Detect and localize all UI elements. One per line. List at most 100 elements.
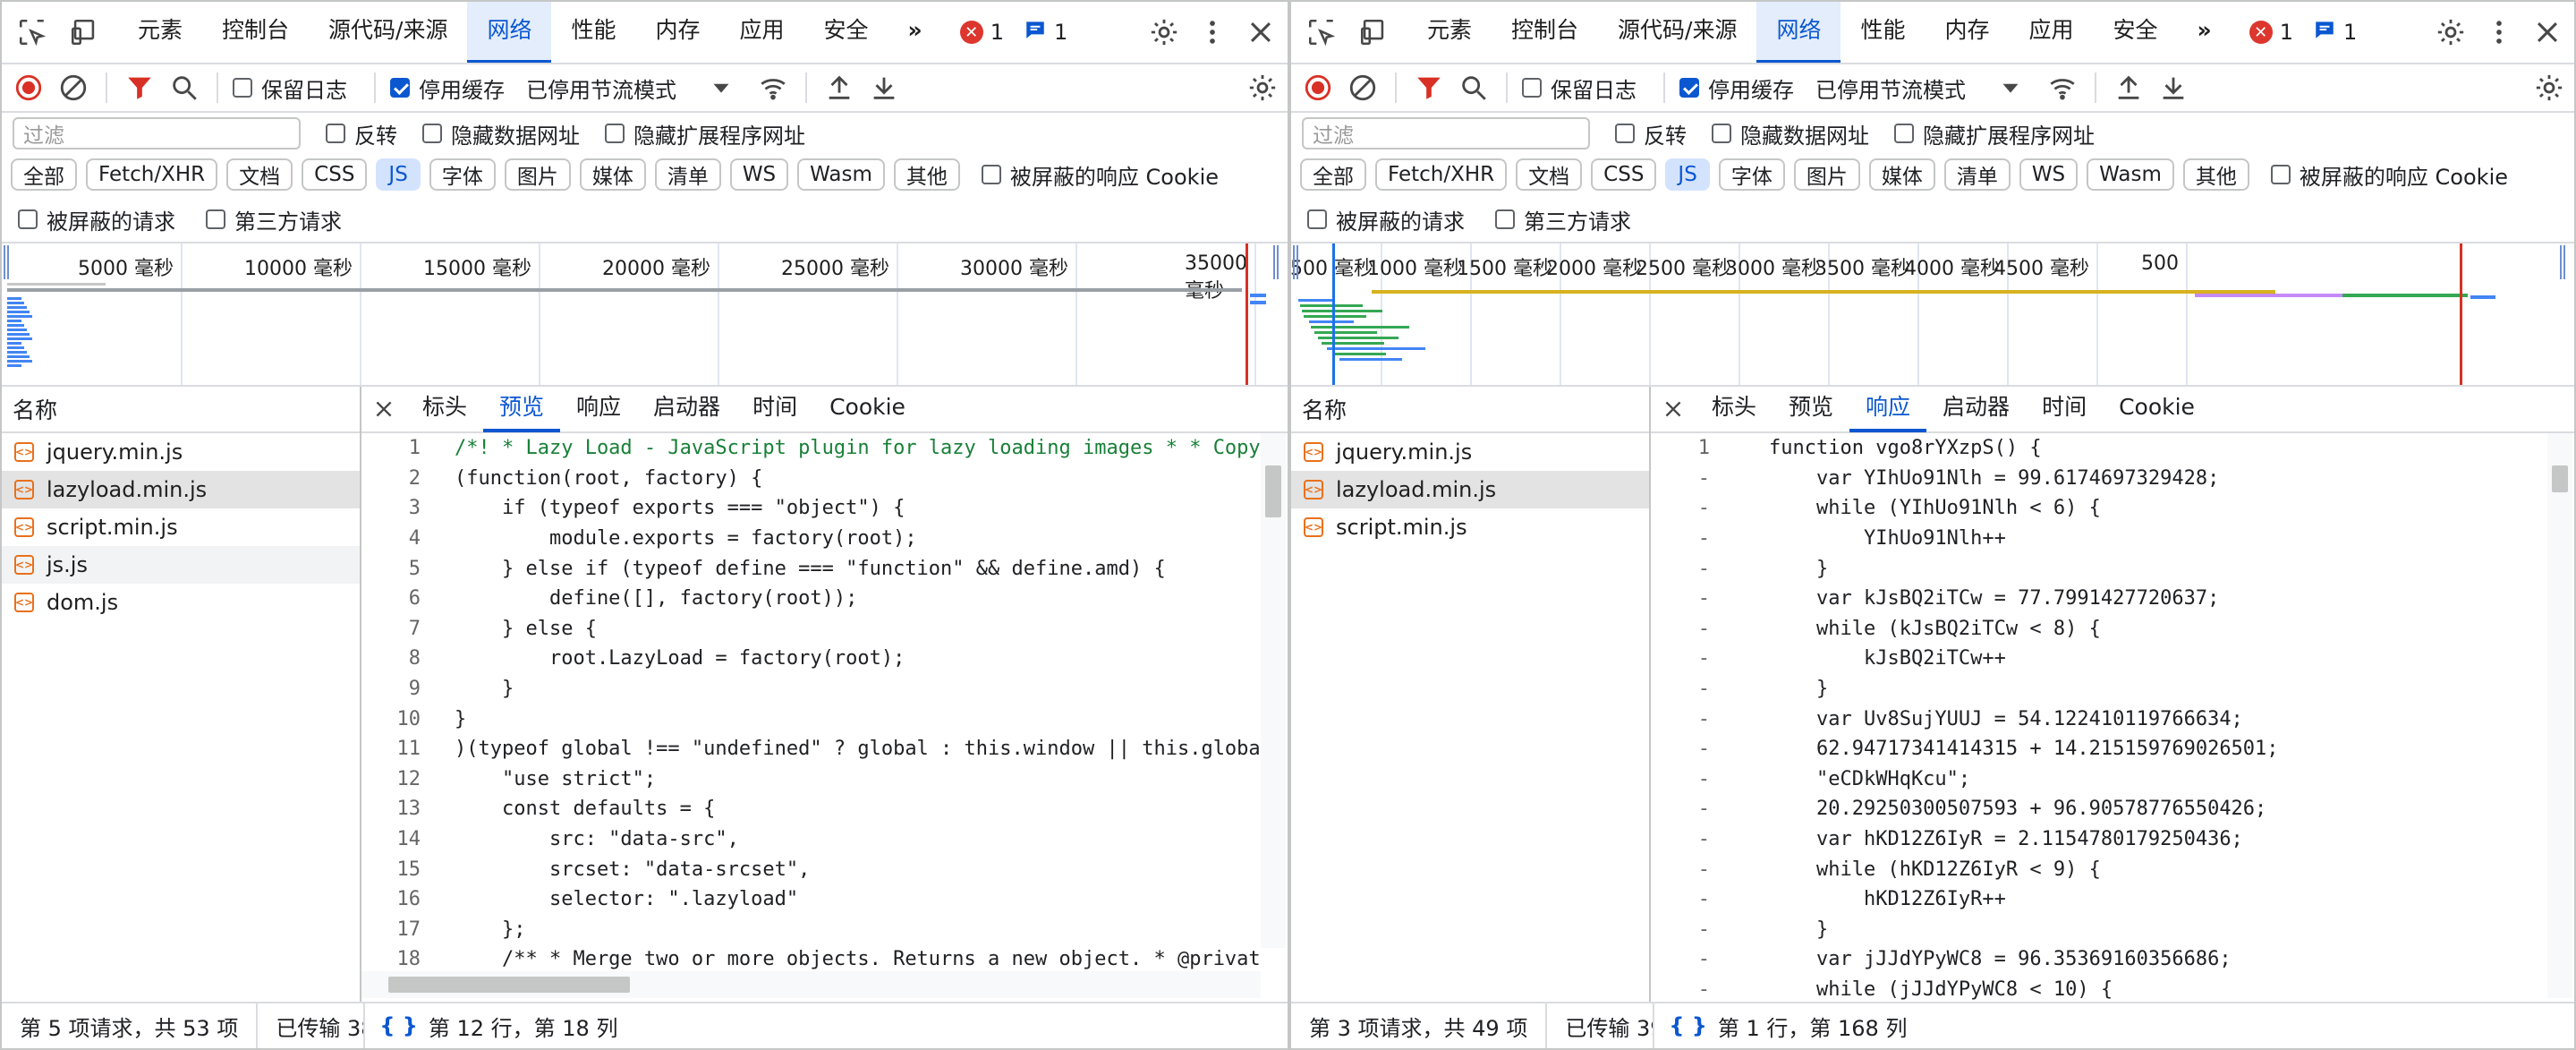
clear-icon[interactable] [55,68,91,107]
close-detail-icon[interactable] [1651,397,1696,421]
filter-icon[interactable] [1411,68,1447,107]
detail-tab-2[interactable]: 响应 [560,386,637,432]
disable-cache-checkbox[interactable]: 停用缓存 [1679,73,1794,104]
inspect-element-icon[interactable] [1304,13,1339,52]
overview-right-handle[interactable] [1273,245,1279,279]
error-counter[interactable]: ✕ 1 [959,20,1004,45]
type-filter-1[interactable]: Fetch/XHR [1375,158,1508,191]
request-row[interactable]: <> dom.js [2,584,360,621]
main-tab-3[interactable]: 网络 [467,2,552,63]
network-overview-timeline[interactable]: 5000 毫秒 10000 毫秒 15000 毫秒 20000 毫秒 25000 毫秒 3… [2,242,1288,387]
blocked-requests-checkbox[interactable]: 被屏蔽的请求 [1307,204,1465,235]
more-tabs-button[interactable]: » [2178,2,2232,63]
request-row[interactable]: <> script.min.js [1291,508,1649,546]
main-tab-0[interactable]: 元素 [1407,2,1492,63]
pretty-print-icon[interactable]: { } [1669,1013,1707,1038]
more-options-icon[interactable] [2481,13,2517,52]
overview-left-handle[interactable] [4,245,9,279]
preserve-log-checkbox[interactable]: 保留日志 [1522,73,1637,104]
type-filter-7[interactable]: 媒体 [1868,158,1935,191]
detail-tab-3[interactable]: 启动器 [1926,386,2026,432]
network-conditions-icon[interactable] [2045,68,2080,107]
type-filter-9[interactable]: WS [729,158,789,191]
code-vertical-scrollbar[interactable] [1261,433,1286,948]
record-icon[interactable] [1300,68,1336,107]
detail-tab-0[interactable]: 标头 [1696,386,1773,432]
main-tab-2[interactable]: 源代码/来源 [309,2,467,63]
request-row[interactable]: <> jquery.min.js [1291,433,1649,471]
type-filter-2[interactable]: 文档 [226,158,293,191]
name-column-header[interactable]: 名称 [1291,387,1649,433]
third-party-checkbox[interactable]: 第三方请求 [1495,204,1631,235]
scrollbar-thumb[interactable] [1265,465,1281,517]
network-overview-timeline[interactable]: 500 毫秒 1000 毫秒 1500 毫秒 2000 毫秒 2500 毫秒 3000 毫… [1291,242,2574,387]
code-viewer[interactable]: 1 /*! * Lazy Load - JavaScript plugin for… [361,433,1262,1002]
detail-tab-3[interactable]: 启动器 [637,386,736,432]
main-tab-5[interactable]: 内存 [636,2,720,63]
request-row[interactable]: <> jquery.min.js [2,433,360,471]
overview-right-handle[interactable] [2560,245,2565,279]
type-filter-0[interactable]: 全部 [11,158,77,191]
blocked-cookies-checkbox[interactable]: 被屏蔽的响应 Cookie [981,159,1219,191]
blocked-requests-checkbox[interactable]: 被屏蔽的请求 [18,204,175,235]
record-icon[interactable] [11,68,47,107]
main-tab-6[interactable]: 应用 [720,2,804,63]
detail-tab-0[interactable]: 标头 [406,386,483,432]
main-tab-4[interactable]: 性能 [1841,2,1925,63]
detail-tab-5[interactable]: Cookie [2103,386,2211,432]
export-har-icon[interactable] [2155,68,2191,107]
filter-input[interactable]: 过滤 [1302,117,1590,149]
main-tab-4[interactable]: 性能 [551,2,635,63]
detail-tab-1[interactable]: 预览 [1773,386,1849,432]
close-devtools-icon[interactable] [2529,13,2565,52]
detail-tab-4[interactable]: 时间 [736,386,813,432]
device-toolbar-icon[interactable] [1356,13,1391,52]
settings-gear-icon[interactable] [1146,13,1182,52]
network-conditions-icon[interactable] [755,68,791,107]
name-column-header[interactable]: 名称 [2,387,360,433]
main-tab-7[interactable]: 安全 [2094,2,2178,63]
filter-icon[interactable] [122,68,157,107]
close-detail-icon[interactable] [361,397,406,421]
blocked-cookies-checkbox[interactable]: 被屏蔽的响应 Cookie [2270,159,2508,191]
error-counter[interactable]: ✕ 1 [2249,20,2293,45]
hide-extension-urls-checkbox[interactable]: 隐藏扩展程序网址 [605,118,805,149]
network-settings-gear-icon[interactable] [1245,68,1280,107]
inspect-element-icon[interactable] [14,13,50,52]
hide-extension-urls-checkbox[interactable]: 隐藏扩展程序网址 [1894,118,2095,149]
invert-checkbox[interactable]: 反转 [1615,118,1687,149]
more-tabs-button[interactable]: » [888,2,942,63]
main-tab-5[interactable]: 内存 [1926,2,2010,63]
main-tab-7[interactable]: 安全 [804,2,888,63]
import-har-icon[interactable] [2111,68,2147,107]
type-filter-4[interactable]: JS [376,158,421,191]
type-filter-8[interactable]: 清单 [1943,158,2011,191]
third-party-checkbox[interactable]: 第三方请求 [206,204,342,235]
main-tab-1[interactable]: 控制台 [202,2,309,63]
hide-data-urls-checkbox[interactable]: 隐藏数据网址 [422,118,580,149]
type-filter-4[interactable]: JS [1665,158,1710,191]
main-tab-3[interactable]: 网络 [1756,2,1841,63]
type-filter-11[interactable]: 其他 [893,158,960,191]
request-row[interactable]: <> script.min.js [2,508,360,546]
network-settings-gear-icon[interactable] [2531,68,2567,107]
main-tab-0[interactable]: 元素 [118,2,202,63]
type-filter-2[interactable]: 文档 [1516,158,1583,191]
detail-tab-5[interactable]: Cookie [813,386,922,432]
type-filter-6[interactable]: 图片 [504,158,571,191]
search-icon[interactable] [166,68,202,107]
settings-gear-icon[interactable] [2433,13,2469,52]
device-toolbar-icon[interactable] [66,13,102,52]
preserve-log-checkbox[interactable]: 保留日志 [233,73,347,104]
pretty-print-icon[interactable]: { } [379,1013,418,1038]
main-tab-6[interactable]: 应用 [2010,2,2094,63]
request-row[interactable]: <> lazyload.min.js [1291,471,1649,508]
type-filter-5[interactable]: 字体 [429,158,496,191]
throttle-select[interactable]: 已停用节流模式 [526,68,739,107]
type-filter-10[interactable]: Wasm [797,158,885,191]
code-viewer[interactable]: 1 function vgo8rYXzpS() {- var YIhUo91Nlh… [1651,433,2547,1002]
import-har-icon[interactable] [821,68,857,107]
search-icon[interactable] [1456,68,1492,107]
type-filter-10[interactable]: Wasm [2087,158,2174,191]
type-filter-1[interactable]: Fetch/XHR [86,158,218,191]
